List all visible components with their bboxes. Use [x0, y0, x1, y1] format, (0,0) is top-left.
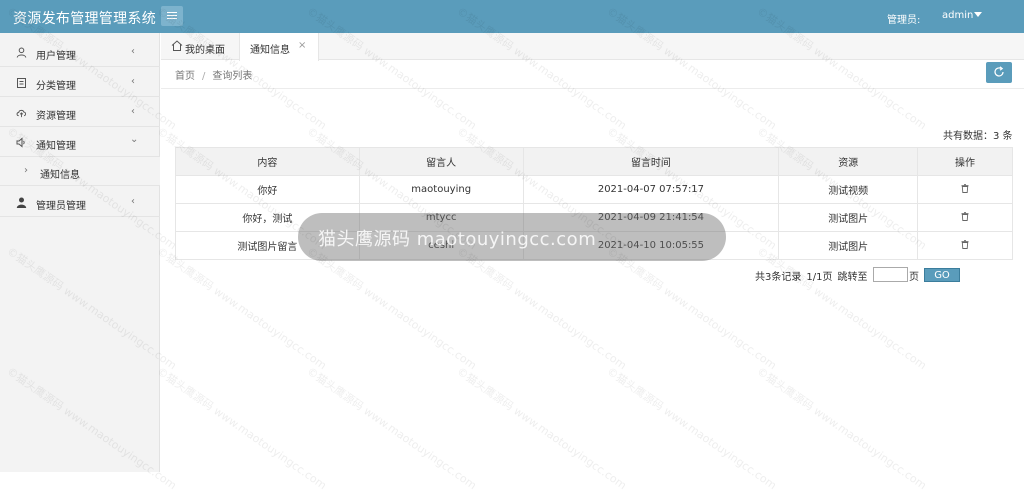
cell-operation	[917, 203, 1013, 232]
total-count: 共有数据：3 条	[943, 131, 1013, 142]
sidebar-item-label: 管理员管理	[36, 201, 86, 212]
tab-notice-info[interactable]: 通知信息 ×	[239, 33, 319, 61]
cloud-upload-icon	[16, 109, 27, 118]
breadcrumb-current: 查询列表	[212, 71, 253, 82]
caret-down-icon[interactable]	[974, 12, 982, 17]
watermark-tile: ©猫头鹰源码 www.maotouyingcc.com	[604, 364, 779, 493]
watermark-tile: ©猫头鹰源码 www.maotouyingcc.com	[154, 244, 329, 373]
cell-resource: 测试图片	[778, 203, 919, 232]
table-row: 你好 maotouying 2021-04-07 07:57:17 测试视频	[175, 175, 1013, 204]
cell-operation	[917, 175, 1013, 204]
delete-icon[interactable]	[961, 211, 969, 221]
go-button[interactable]: GO	[924, 268, 960, 282]
pager-jump-label: 跳转至	[837, 272, 868, 283]
page-jump-input[interactable]	[873, 267, 908, 282]
watermark-text: 猫头鹰源码 maotouyingcc.com	[318, 229, 597, 250]
column-header-content: 内容	[175, 147, 360, 176]
admin-label: 管理员:	[887, 15, 921, 26]
sidebar-item-admins[interactable]: 管理员管理 ‹	[0, 188, 160, 217]
sidebar: 用户管理 ‹ 分类管理 ‹ 资源管理 ‹ 通知管理 ⌄ › 通知信息 管理员管理…	[0, 33, 160, 472]
watermark-tile: ©猫头鹰源码 www.maotouyingcc.com	[154, 364, 329, 493]
watermark-tile: ©猫头鹰源码 www.maotouyingcc.com	[304, 244, 479, 373]
sidebar-item-resources[interactable]: 资源管理 ‹	[0, 98, 160, 127]
cell-resource: 测试图片	[778, 231, 919, 260]
person-icon	[16, 197, 27, 208]
breadcrumb: 首页 / 查询列表	[175, 67, 252, 82]
watermark-tile: ©猫头鹰源码 www.maotouyingcc.com	[754, 244, 929, 373]
breadcrumb-home[interactable]: 首页	[175, 71, 195, 82]
home-icon	[171, 40, 183, 51]
hamburger-icon	[167, 12, 177, 13]
delete-icon[interactable]	[961, 183, 969, 193]
column-header-time: 留言时间	[522, 147, 780, 176]
cell-user: maotouying	[358, 175, 524, 204]
user-icon	[16, 47, 27, 58]
app-title: 资源发布管理管理系统	[13, 11, 156, 27]
sidebar-subitem-label: 通知信息	[40, 170, 80, 181]
pager-records: 共3条记录	[755, 272, 802, 283]
tab-label: 我的桌面	[185, 45, 225, 56]
pager: 共3条记录 1/1页 跳转至	[755, 268, 872, 283]
menu-toggle-button[interactable]	[161, 6, 183, 26]
close-icon[interactable]: ×	[298, 40, 306, 51]
volume-icon	[16, 137, 25, 148]
table-header-row: 内容 留言人 留言时间 资源 操作	[175, 147, 1013, 176]
watermark-tile: ©猫头鹰源码 www.maotouyingcc.com	[754, 364, 929, 493]
content-divider	[161, 88, 1024, 89]
watermark-overlay: 猫头鹰源码 maotouyingcc.com	[298, 213, 726, 261]
pager-pages: 1/1页	[806, 272, 833, 283]
refresh-button[interactable]	[986, 62, 1012, 83]
pager-page-unit: 页	[909, 272, 919, 283]
sidebar-item-label: 用户管理	[36, 51, 76, 62]
chevron-down-icon: ⌄	[130, 134, 139, 145]
hamburger-line	[167, 15, 177, 16]
cell-content: 你好	[175, 175, 360, 204]
cell-resource: 测试视频	[778, 175, 919, 204]
sidebar-item-label: 分类管理	[36, 81, 76, 92]
watermark-tile: ©猫头鹰源码 www.maotouyingcc.com	[604, 244, 779, 373]
hamburger-line	[167, 18, 177, 19]
watermark-tile: ©猫头鹰源码 www.maotouyingcc.com	[454, 244, 629, 373]
cell-operation	[917, 231, 1013, 260]
chevron-right-icon: ›	[24, 165, 28, 176]
sidebar-item-notices[interactable]: 通知管理 ⌄	[0, 128, 160, 157]
clipboard-icon	[17, 78, 26, 88]
column-header-user: 留言人	[358, 147, 524, 176]
tab-home[interactable]: 我的桌面	[161, 33, 238, 60]
watermark-tile: ©猫头鹰源码 www.maotouyingcc.com	[304, 364, 479, 493]
admin-name[interactable]: admin	[942, 10, 973, 21]
watermark-tile: ©猫头鹰源码 www.maotouyingcc.com	[454, 364, 629, 493]
chevron-left-icon: ‹	[131, 46, 135, 57]
refresh-icon	[994, 66, 1004, 77]
sidebar-item-label: 资源管理	[36, 111, 76, 122]
column-header-operation: 操作	[917, 147, 1013, 176]
tab-bar: 我的桌面 通知信息 ×	[161, 33, 1024, 61]
breadcrumb-separator: /	[202, 71, 206, 82]
top-header: 资源发布管理管理系统 管理员: admin	[0, 0, 1024, 33]
chevron-left-icon: ‹	[131, 76, 135, 87]
delete-icon[interactable]	[961, 239, 969, 249]
chevron-left-icon: ‹	[131, 106, 135, 117]
cell-time: 2021-04-07 07:57:17	[522, 175, 780, 204]
sidebar-item-categories[interactable]: 分类管理 ‹	[0, 68, 160, 97]
chevron-left-icon: ‹	[131, 196, 135, 207]
sidebar-subitem-notice-info[interactable]: › 通知信息	[0, 157, 160, 186]
sidebar-item-users[interactable]: 用户管理 ‹	[0, 38, 160, 67]
tab-label: 通知信息	[250, 45, 290, 56]
sidebar-item-label: 通知管理	[36, 141, 76, 152]
column-header-resource: 资源	[778, 147, 919, 176]
